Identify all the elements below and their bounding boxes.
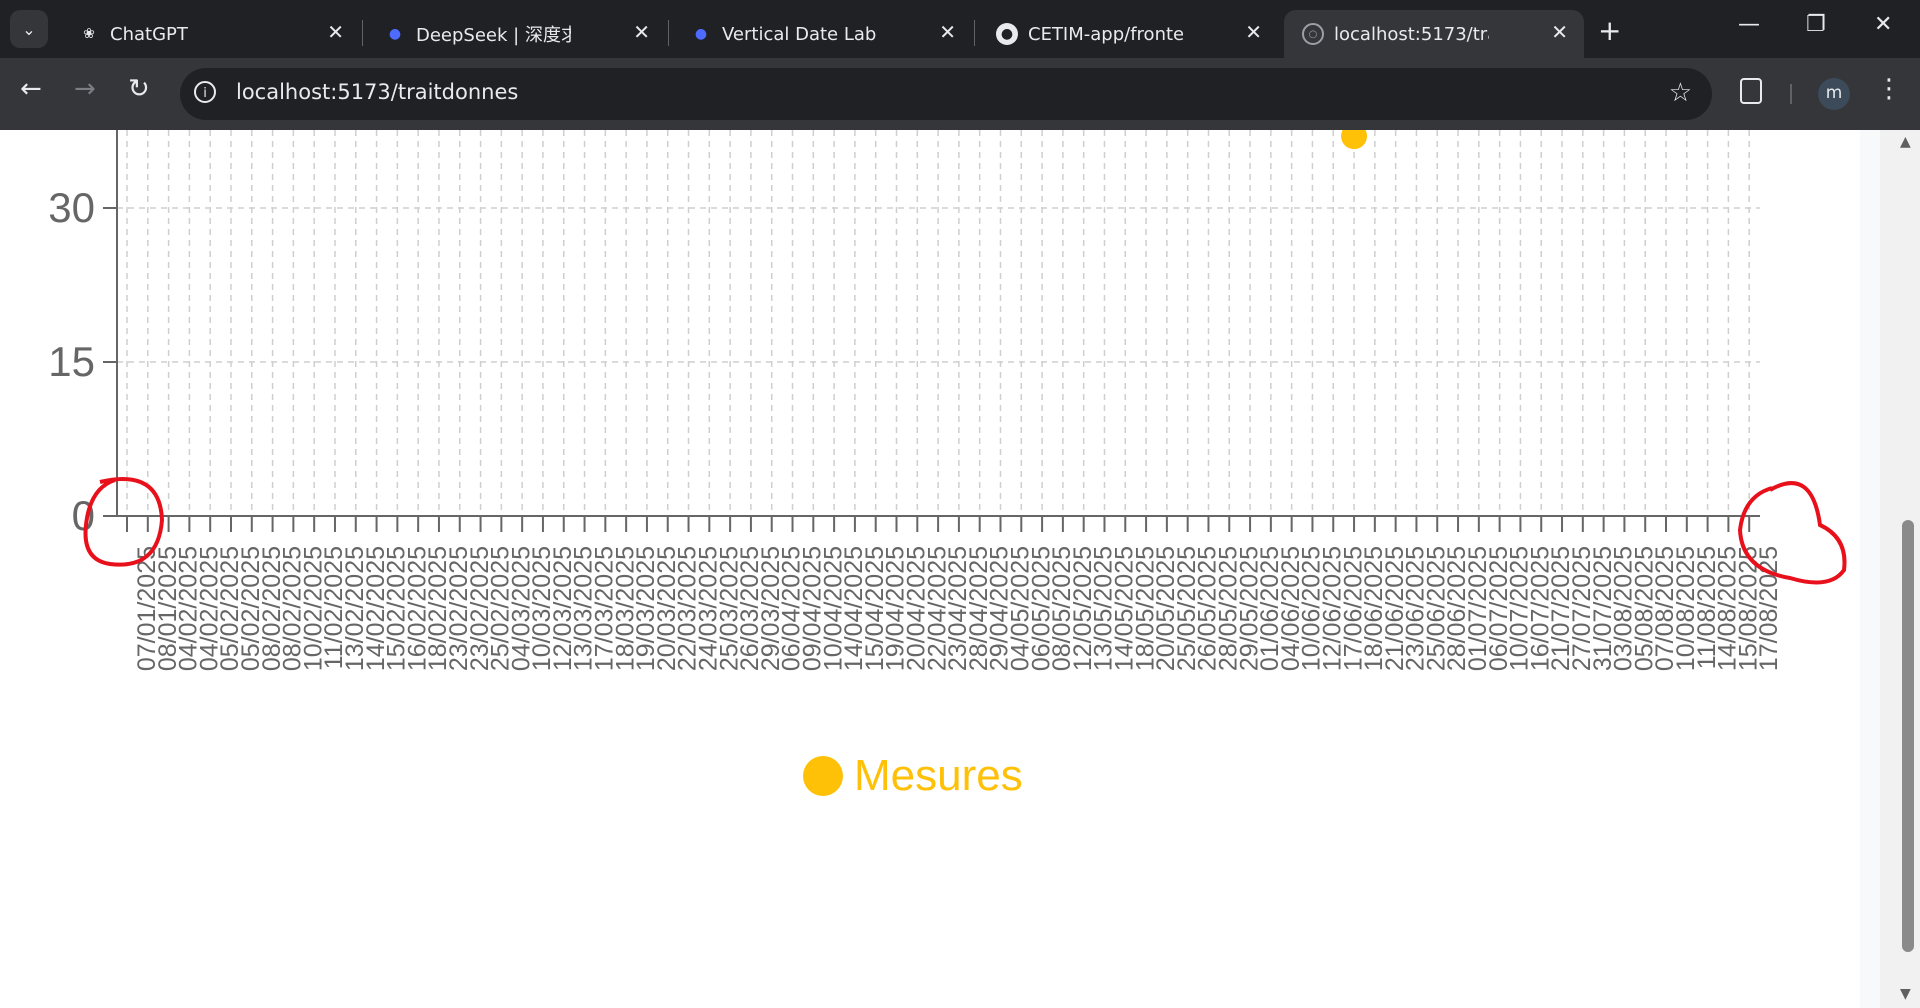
close-icon[interactable]: ✕ (939, 20, 956, 44)
close-window-button[interactable]: ✕ (1874, 12, 1892, 37)
scroll-up-arrow-icon[interactable]: ▲ (1900, 134, 1911, 150)
tab-separator (362, 20, 363, 46)
tab-chatgpt[interactable]: ❀ ChatGPT ✕ (60, 10, 360, 58)
bookmark-star-icon[interactable]: ☆ (1669, 78, 1692, 108)
red-circle-annotation (83, 477, 165, 567)
x-axis-ticks: 07/01/202508/01/202504/02/202504/02/2025… (126, 516, 1783, 671)
restore-button[interactable]: ❐ (1806, 12, 1826, 37)
url-text: localhost:5173/traitdonnes (236, 80, 519, 104)
tab-github[interactable]: ● CETIM-app/frontend/src/ ✕ (978, 10, 1278, 58)
y-tick-label: 30 (48, 184, 95, 231)
back-button[interactable]: ← (20, 74, 42, 104)
address-bar[interactable]: i localhost:5173/traitdonnes ☆ (180, 68, 1712, 120)
chart-legend[interactable]: Mesures (803, 751, 1023, 800)
chevron-down-icon: ⌄ (22, 19, 36, 39)
scrollbar-thumb[interactable] (1902, 520, 1914, 952)
arrow-right-icon: → (74, 74, 96, 104)
page-content: 0 15 30 07/01/2025 08/01/2025 04/02/2025 04/0… (0, 130, 1860, 1008)
data-point (1341, 130, 1368, 150)
scrollbar[interactable] (1880, 130, 1920, 1008)
arrow-left-icon: ← (20, 74, 42, 104)
scroll-down-arrow-icon[interactable]: ▼ (1900, 986, 1911, 1002)
tab-localhost[interactable]: ○ localhost:5173/traitdonne ✕ (1284, 10, 1584, 58)
reload-icon: ↻ (128, 74, 150, 104)
tab-vertical-date-labels[interactable]: ● Vertical Date Labels for C ✕ (672, 10, 972, 58)
browser-toolbar: ← → ↻ i localhost:5173/traitdonnes ☆ m ⋮ (0, 58, 1920, 130)
reload-button[interactable]: ↻ (128, 74, 150, 104)
globe-icon: ○ (1302, 23, 1324, 45)
chart: 01530 07/01/202508/01/202504/02/202504/0… (48, 130, 1847, 800)
tab-separator (668, 20, 669, 46)
legend-marker (803, 756, 843, 796)
site-info-icon[interactable]: i (194, 81, 216, 103)
chatgpt-icon: ❀ (83, 26, 95, 42)
kebab-menu-icon[interactable]: ⋮ (1876, 74, 1902, 104)
plus-icon: + (1598, 14, 1622, 47)
minimize-icon: — (1738, 12, 1760, 37)
legend-label: Mesures (854, 751, 1023, 800)
extensions-icon[interactable] (1740, 78, 1762, 104)
new-tab-button[interactable]: + (1598, 14, 1621, 47)
deepseek-icon: ● (694, 26, 708, 42)
deepseek-icon: ● (388, 26, 402, 42)
github-icon: ● (996, 23, 1018, 45)
close-icon[interactable]: ✕ (327, 20, 344, 44)
tab-strip: ⌄ ❀ ChatGPT ✕ ● DeepSeek | 深度求索 ✕ ● Vert… (0, 0, 1920, 58)
forward-button[interactable]: → (74, 74, 96, 104)
close-icon: ✕ (1874, 12, 1893, 37)
tab-search-button[interactable]: ⌄ (10, 10, 48, 48)
y-tick-label: 15 (48, 338, 95, 385)
close-icon[interactable]: ✕ (633, 20, 650, 44)
minimize-button[interactable]: — (1738, 12, 1760, 37)
toolbar-separator (1790, 84, 1792, 104)
avatar[interactable]: m (1818, 78, 1850, 110)
close-icon[interactable]: ✕ (1245, 20, 1262, 44)
tab-separator (974, 20, 975, 46)
chart-grid (117, 130, 1760, 516)
page-gutter (1860, 130, 1880, 1008)
tab-deepseek[interactable]: ● DeepSeek | 深度求索 ✕ (366, 10, 666, 58)
restore-icon: ❐ (1806, 12, 1826, 37)
chart-points (1341, 130, 1368, 150)
close-icon[interactable]: ✕ (1551, 20, 1568, 44)
